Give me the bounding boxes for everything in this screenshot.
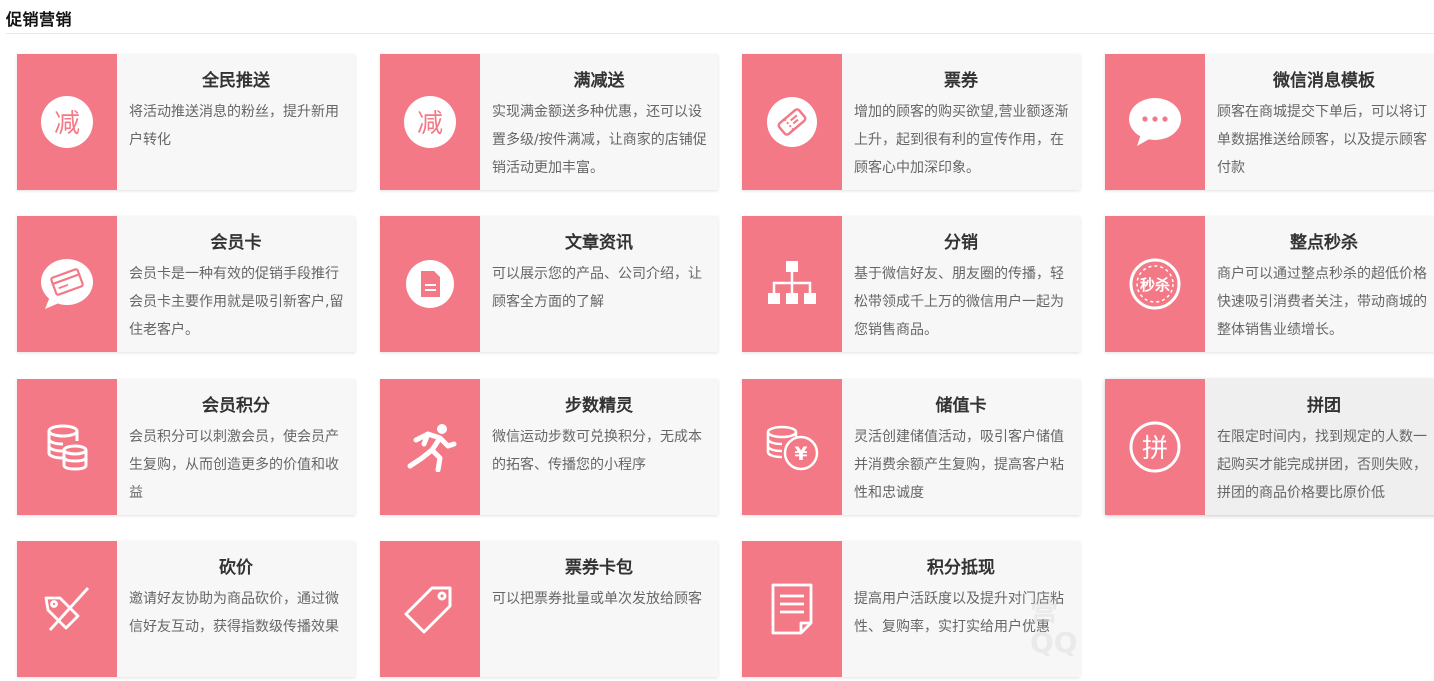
document-icon: [380, 216, 480, 352]
svg-text:秒杀: 秒杀: [1140, 276, 1170, 294]
card-description: 会员积分可以刺激会员，使会员产生复购，从而创造更多的价值和收益: [129, 429, 339, 501]
card-description: 在限定时间内，找到规定的人数一起购买才能完成拼团，否则失败，拼团的商品价格要比原…: [1217, 429, 1427, 501]
feature-card[interactable]: ¥ 储值卡灵活创建储值活动，吸引客户储值并消费余额产生复购，提高客户粘性和忠诚度: [742, 379, 1080, 515]
receipt-icon: [742, 541, 842, 677]
price-cut-icon: [17, 541, 117, 677]
feature-card[interactable]: 票券卡包可以把票券批量或单次发放给顾客: [380, 541, 718, 677]
card-description: 基于微信好友、朋友圈的传播，轻松带领成千上万的微信用户一起为您销售商品。: [854, 266, 1064, 338]
ticket-icon: [742, 54, 842, 190]
card-title: 积分抵现: [927, 558, 995, 578]
feature-card[interactable]: 减 满减送实现满金额送多种优惠，还可以设置多级/按件满减，让商家的店铺促销活动更加…: [380, 54, 718, 190]
reduce-icon: 减: [380, 54, 480, 190]
card-title: 分销: [944, 233, 978, 253]
card-title: 票券: [944, 71, 978, 91]
card-title: 会员卡: [210, 233, 262, 253]
card-description: 会员卡是一种有效的促销手段推行会员卡主要作用就是吸引新客户,留住老客户。: [129, 266, 344, 338]
card-description: 顾客在商城提交下单后，可以将订单数据推送给顾客，以及提示顾客付款: [1217, 104, 1427, 176]
card-title: 会员积分: [202, 396, 270, 416]
card-description: 增加的顾客的购买欲望,营业额逐渐上升，起到很有利的宣传作用，在顾客心中加深印象。: [854, 104, 1069, 176]
feature-card[interactable]: 微信消息模板顾客在商城提交下单后，可以将订单数据推送给顾客，以及提示顾客付款: [1105, 54, 1434, 190]
card-title: 票券卡包: [565, 558, 633, 578]
database-icon: [17, 379, 117, 515]
card-description: 微信运动步数可兑换积分，无成本的拓客、传播您的小程序: [492, 429, 702, 473]
card-title: 全民推送: [202, 71, 270, 91]
feature-grid: 减 全民推送将活动推送消息的粉丝，提升新用户转化 减 满减送实现满金额送多种优惠，还可…: [0, 0, 1434, 681]
card-description: 实现满金额送多种优惠，还可以设置多级/按件满减，让商家的店铺促销活动更加丰富。: [492, 104, 707, 176]
card-description: 将活动推送消息的粉丝，提升新用户转化: [129, 104, 339, 148]
card-description: 灵活创建储值活动，吸引客户储值并消费余额产生复购，提高客户粘性和忠诚度: [854, 429, 1064, 501]
card-title: 储值卡: [935, 396, 987, 416]
card-title: 文章资讯: [565, 233, 633, 253]
hierarchy-icon: [742, 216, 842, 352]
svg-text:¥: ¥: [794, 443, 807, 465]
group-buy-icon: 拼: [1105, 379, 1205, 515]
feature-card[interactable]: 砍价邀请好友协助为商品砍价，通过微信好友互动，获得指数级传播效果: [17, 541, 355, 677]
feature-card[interactable]: 会员积分会员积分可以刺激会员，使会员产生复购，从而创造更多的价值和收益: [17, 379, 355, 515]
card-description: 可以展示您的产品、公司介绍，让顾客全方面的了解: [492, 266, 702, 310]
feature-card[interactable]: 票券增加的顾客的购买欲望,营业额逐渐上升，起到很有利的宣传作用，在顾客心中加深印…: [742, 54, 1080, 190]
feature-card[interactable]: 分销基于微信好友、朋友圈的传播，轻松带领成千上万的微信用户一起为您销售商品。: [742, 216, 1080, 352]
runner-icon: [380, 379, 480, 515]
coin-yen-icon: ¥: [742, 379, 842, 515]
card-description: 商户可以通过整点秒杀的超低价格快速吸引消费者关注，带动商城的整体销售业绩增长。: [1217, 266, 1427, 338]
member-card-icon: [17, 216, 117, 352]
reduce-icon: 减: [17, 54, 117, 190]
svg-text:拼: 拼: [1142, 434, 1168, 464]
feature-card[interactable]: 文章资讯可以展示您的产品、公司介绍，让顾客全方面的了解: [380, 216, 718, 352]
card-description: 可以把票券批量或单次发放给顾客: [492, 591, 702, 607]
flash-sale-icon: 秒杀: [1105, 216, 1205, 352]
card-title: 砍价: [219, 558, 253, 578]
svg-text:减: 减: [54, 109, 80, 139]
feature-card[interactable]: 秒杀 整点秒杀商户可以通过整点秒杀的超低价格快速吸引消费者关注，带动商城的整体销售…: [1105, 216, 1434, 352]
tag-icon: [380, 541, 480, 677]
card-title: 满减送: [573, 71, 625, 91]
feature-card[interactable]: 步数精灵微信运动步数可兑换积分，无成本的拓客、传播您的小程序: [380, 379, 718, 515]
card-description: 提高用户活跃度以及提升对门店粘性、复购率，实打实给用户优惠: [854, 591, 1064, 635]
feature-card[interactable]: 拼 拼团在限定时间内，找到规定的人数一起购买才能完成拼团，否则失败，拼团的商品价格…: [1105, 379, 1434, 515]
svg-text:减: 减: [417, 109, 443, 139]
card-title: 步数精灵: [565, 396, 633, 416]
feature-card[interactable]: 减 全民推送将活动推送消息的粉丝，提升新用户转化: [17, 54, 355, 190]
feature-card[interactable]: 积分抵现提高用户活跃度以及提升对门店粘性、复购率，实打实给用户优惠: [742, 541, 1080, 677]
chat-bubble-icon: [1105, 54, 1205, 190]
card-title: 整点秒杀: [1290, 233, 1358, 253]
card-title: 微信消息模板: [1273, 71, 1375, 91]
card-title: 拼团: [1307, 396, 1341, 416]
feature-card[interactable]: 会员卡会员卡是一种有效的促销手段推行会员卡主要作用就是吸引新客户,留住老客户。: [17, 216, 355, 352]
card-description: 邀请好友协助为商品砍价，通过微信好友互动，获得指数级传播效果: [129, 591, 339, 635]
